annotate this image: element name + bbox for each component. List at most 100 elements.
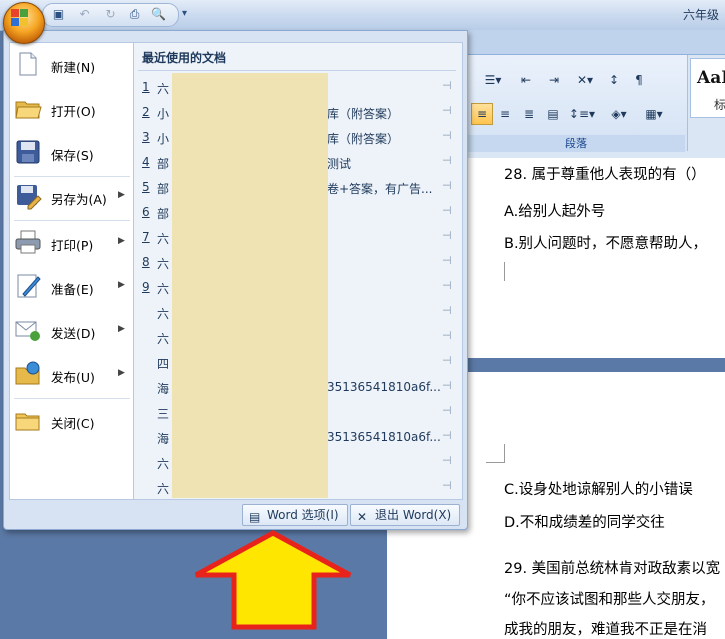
save-icon[interactable]: ▣ bbox=[51, 7, 66, 22]
pin-icon[interactable]: ⊣ bbox=[442, 254, 452, 267]
pin-icon[interactable]: ⊣ bbox=[442, 229, 452, 242]
recent-document-name: 小 bbox=[157, 132, 170, 146]
doc-line: “你不应该试图和那些人交朋友， bbox=[504, 592, 715, 608]
doc-line: 28. 属于尊重他人表现的有（） bbox=[504, 167, 706, 183]
pin-icon[interactable]: ⊣ bbox=[442, 129, 452, 142]
submenu-arrow-icon: ▶ bbox=[118, 324, 125, 334]
line-spacing-icon[interactable]: ↕≡▾ bbox=[565, 103, 599, 125]
doc-line: B.别人问题时，不愿意帮助人， bbox=[504, 236, 708, 252]
pin-icon[interactable]: ⊣ bbox=[442, 454, 452, 467]
document-page-top[interactable]: 28. 属于尊重他人表现的有（） A.给别人起外号 B.别人问题时，不愿意帮助人… bbox=[466, 158, 725, 358]
doc-line: C.设身处地谅解别人的小错误 bbox=[504, 482, 693, 498]
menu-item-close[interactable]: 关闭(C) bbox=[10, 400, 132, 442]
menu-item-prepare[interactable]: 准备(E) ▶ bbox=[10, 266, 132, 308]
recent-document-name: 海 bbox=[157, 382, 170, 396]
submenu-arrow-icon: ▶ bbox=[118, 190, 125, 200]
print-preview-icon[interactable]: 🔍 bbox=[151, 7, 166, 22]
align-right-icon[interactable]: ≡ bbox=[493, 103, 517, 125]
recent-document-name-tail: 库（附答案） bbox=[327, 107, 400, 121]
menu-item-save[interactable]: 保存(S) bbox=[10, 132, 132, 174]
menu-item-send[interactable]: 发送(D) ▶ bbox=[10, 310, 132, 352]
decrease-indent-icon[interactable]: ⇤ bbox=[512, 69, 540, 91]
recent-document-name: 小 bbox=[157, 107, 170, 121]
menu-footer: ▤ Word 选项(I) ✕ 退出 Word(X) bbox=[4, 499, 465, 527]
bullets-icon[interactable]: ☰▾ bbox=[475, 69, 511, 91]
recent-document-name: 海 bbox=[157, 432, 170, 446]
pin-icon[interactable]: ⊣ bbox=[442, 204, 452, 217]
undo-icon[interactable]: ↶ bbox=[77, 7, 92, 22]
pin-icon[interactable]: ⊣ bbox=[442, 279, 452, 292]
pin-icon[interactable]: ⊣ bbox=[442, 379, 452, 392]
divider bbox=[138, 70, 456, 71]
pin-icon[interactable]: ⊣ bbox=[442, 479, 452, 492]
pin-icon[interactable]: ⊣ bbox=[442, 354, 452, 367]
menu-item-new[interactable]: 新建(N) bbox=[10, 44, 132, 86]
menu-item-save-as[interactable]: 另存为(A) ▶ bbox=[10, 176, 132, 218]
doc-line: 成我的朋友，难道我不正是在消 bbox=[504, 622, 707, 638]
chinese-layout-icon[interactable]: ✕▾ bbox=[569, 69, 601, 91]
send-icon bbox=[15, 321, 40, 341]
recent-document-name: 部 bbox=[157, 182, 170, 196]
group-label: 段落 bbox=[467, 135, 685, 152]
recent-document-name: 部 bbox=[157, 157, 170, 171]
pin-icon[interactable]: ⊣ bbox=[442, 329, 452, 342]
recent-document-name-tail: 35136541810a6f... bbox=[327, 380, 441, 394]
justify-icon[interactable]: ≣ bbox=[517, 103, 541, 125]
margin-marker bbox=[486, 444, 505, 463]
quick-access-toolbar: ▣ ↶ ↻ ⎙ 🔍 bbox=[42, 3, 179, 27]
ribbon-tabs bbox=[467, 30, 725, 55]
menu-item-label: 发送(D) bbox=[51, 326, 96, 341]
pin-icon[interactable]: ⊣ bbox=[442, 154, 452, 167]
menu-item-open[interactable]: 打开(O) bbox=[10, 88, 132, 130]
save-icon bbox=[16, 140, 40, 164]
window-title: 六年级 bbox=[682, 8, 719, 22]
customize-toolbar-icon[interactable]: ▾ bbox=[182, 8, 187, 19]
align-center-icon[interactable]: ≡ bbox=[471, 103, 493, 125]
increase-indent-icon[interactable]: ⇥ bbox=[540, 69, 568, 91]
menu-item-publish[interactable]: 发布(U) ▶ bbox=[10, 354, 132, 396]
redo-icon[interactable]: ↻ bbox=[103, 7, 118, 22]
menu-item-label: 打开(O) bbox=[51, 104, 96, 119]
recent-document-name: 六 bbox=[157, 257, 170, 271]
exit-word-button[interactable]: ✕ 退出 Word(X) bbox=[350, 504, 460, 526]
margin-marker bbox=[504, 262, 505, 281]
recent-document-name-tail: 卷+答案，有广告... bbox=[327, 182, 433, 196]
pin-icon[interactable]: ⊣ bbox=[442, 304, 452, 317]
recent-document-name: 六 bbox=[157, 282, 170, 296]
distributed-icon[interactable]: ▤ bbox=[541, 103, 565, 125]
sort-icon[interactable]: ↕ bbox=[602, 69, 626, 91]
recent-document-name: 六 bbox=[157, 482, 170, 496]
recent-document-name-tail: 35136541810a6f... bbox=[327, 430, 441, 444]
menu-item-label: 另存为(A) bbox=[51, 192, 107, 207]
menu-item-print[interactable]: 打印(P) ▶ bbox=[10, 222, 132, 264]
submenu-arrow-icon: ▶ bbox=[118, 236, 125, 246]
pin-icon[interactable]: ⊣ bbox=[442, 429, 452, 442]
divider bbox=[14, 398, 130, 399]
print-icon[interactable]: ⎙ bbox=[127, 7, 142, 22]
office-logo-icon bbox=[11, 9, 29, 27]
pin-icon[interactable]: ⊣ bbox=[442, 404, 452, 417]
pin-icon[interactable]: ⊣ bbox=[442, 104, 452, 117]
submenu-arrow-icon: ▶ bbox=[118, 280, 125, 290]
recent-document-number: 3 bbox=[142, 130, 150, 144]
recent-document-name: 六 bbox=[157, 332, 170, 346]
menu-item-label: 发布(U) bbox=[51, 370, 95, 385]
recent-document-name: 部 bbox=[157, 207, 170, 221]
word-options-button[interactable]: ▤ Word 选项(I) bbox=[242, 504, 348, 526]
pin-icon[interactable]: ⊣ bbox=[442, 79, 452, 92]
recent-documents-title: 最近使用的文档 bbox=[142, 51, 227, 65]
new-document-icon bbox=[19, 52, 37, 76]
recent-document-name: 六 bbox=[157, 307, 170, 321]
publish-icon bbox=[15, 361, 40, 385]
print-icon bbox=[15, 230, 41, 254]
shading-icon[interactable]: ◈▾ bbox=[601, 103, 637, 125]
submenu-arrow-icon: ▶ bbox=[118, 368, 125, 378]
recent-document-name: 六 bbox=[157, 457, 170, 471]
recent-document-name-tail: 库（附答案） bbox=[327, 132, 400, 146]
show-marks-icon[interactable]: ¶ bbox=[627, 69, 651, 91]
pin-icon[interactable]: ⊣ bbox=[442, 179, 452, 192]
borders-icon[interactable]: ▦▾ bbox=[637, 103, 671, 125]
recent-document-number: 7 bbox=[142, 230, 150, 244]
exit-word-label: 退出 Word(X) bbox=[375, 508, 452, 522]
menu-item-label: 新建(N) bbox=[51, 60, 96, 75]
